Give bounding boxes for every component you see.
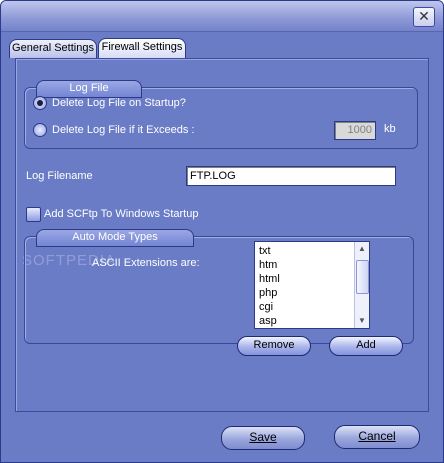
settings-panel: Log File Delete Log File on Startup? Del…: [15, 58, 429, 412]
delete-on-startup-label: Delete Log File on Startup?: [52, 97, 186, 109]
close-button[interactable]: ✕: [413, 7, 435, 27]
title-bar[interactable]: ✕: [1, 1, 443, 32]
cancel-button[interactable]: Cancel: [334, 425, 420, 449]
delete-on-startup-radio[interactable]: [33, 96, 47, 110]
settings-window: ✕ General Settings Firewall Settings Log…: [0, 0, 444, 463]
auto-mode-group-label: Auto Mode Types: [36, 229, 194, 247]
list-item[interactable]: htm: [259, 258, 369, 272]
close-icon: ✕: [418, 8, 430, 24]
log-size-unit: kb: [384, 123, 396, 135]
remove-button-label: Remove: [253, 339, 295, 351]
list-scrollbar[interactable]: ▲ ▼: [354, 242, 369, 328]
scroll-down-icon[interactable]: ▼: [357, 316, 367, 326]
list-item[interactable]: cgi: [259, 300, 369, 314]
add-button-label: Add: [356, 339, 376, 351]
add-button[interactable]: Add: [329, 336, 403, 356]
list-item[interactable]: php: [259, 286, 369, 300]
scroll-up-icon[interactable]: ▲: [357, 244, 367, 254]
scroll-thumb[interactable]: [356, 260, 369, 294]
list-item[interactable]: txt: [259, 244, 369, 258]
delete-if-exceeds-radio[interactable]: [33, 123, 47, 137]
remove-button[interactable]: Remove: [237, 336, 311, 356]
list-item[interactable]: html: [259, 272, 369, 286]
log-filename-label: Log Filename: [26, 170, 93, 182]
tab-general-settings-label: General Settings: [12, 42, 94, 54]
tab-general-settings[interactable]: General Settings: [9, 39, 97, 58]
log-size-field[interactable]: 1000: [334, 121, 376, 140]
ascii-extensions-label: ASCII Extensions are:: [92, 257, 200, 269]
list-item[interactable]: asp: [259, 314, 369, 328]
cancel-button-label: Cancel: [358, 429, 396, 443]
log-filename-input[interactable]: FTP.LOG: [186, 166, 396, 186]
tab-firewall-settings-label: Firewall Settings: [101, 41, 183, 53]
ascii-extensions-list[interactable]: txt htm html php cgi asp ▲ ▼: [254, 241, 370, 329]
log-file-group-label: Log File: [36, 80, 142, 98]
startup-checkbox-label: Add SCFtp To Windows Startup: [44, 208, 199, 220]
save-button-label: Save: [249, 430, 277, 444]
startup-checkbox[interactable]: [26, 207, 41, 222]
tab-firewall-settings[interactable]: Firewall Settings: [98, 38, 186, 59]
delete-if-exceeds-label: Delete Log File if it Exceeds :: [52, 124, 195, 136]
radio-selected-dot: [37, 100, 43, 106]
save-button[interactable]: Save: [221, 426, 305, 450]
